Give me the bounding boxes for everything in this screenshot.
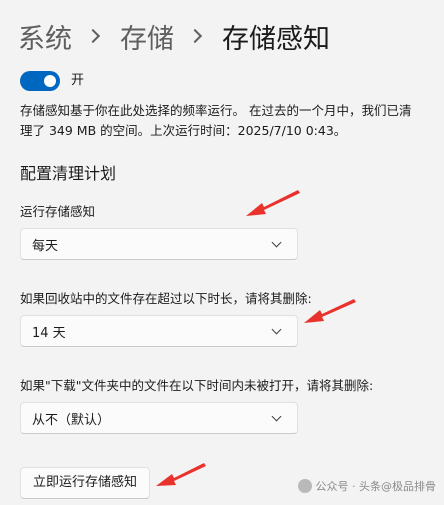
breadcrumb: 系统 存储 存储感知: [18, 14, 330, 58]
run-frequency-dropdown[interactable]: 每天: [20, 228, 298, 260]
watermark: 公众号 · 头条@极品排骨: [297, 478, 437, 494]
storage-sense-page: 系统 存储 存储感知 开 存储感知基于你在此处选择的频率运行。 在过去的一个月中…: [0, 0, 444, 505]
annotation-arrow-icon: [304, 299, 356, 323]
section-title-cleanup-schedule: 配置清理计划: [20, 164, 117, 183]
page-title: 存储感知: [222, 23, 330, 55]
chevron-down-icon: [271, 237, 282, 247]
watermark-text: 公众号 · 头条@极品排骨: [315, 480, 437, 493]
wechat-logo-icon: [297, 479, 312, 493]
storage-sense-description: 存储感知基于你在此处选择的频率运行。 在过去的一个月中，我们已清 理了 349 …: [20, 101, 444, 141]
recycle-bin-label: 如果回收站中的文件存在超过以下时长，请将其删除:: [20, 291, 312, 306]
breadcrumb-storage[interactable]: 存储: [120, 17, 174, 56]
run-frequency-value: 每天: [32, 238, 59, 254]
toggle-knob: [44, 75, 56, 87]
recycle-bin-dropdown[interactable]: 14 天: [20, 315, 298, 347]
toggle-state-label: 开: [71, 73, 85, 88]
breadcrumb-chevron-icon: [187, 28, 203, 44]
description-line-1: 存储感知基于你在此处选择的频率运行。 在过去的一个月中，我们已清: [20, 103, 412, 118]
downloads-dropdown[interactable]: 从不（默认）: [20, 402, 298, 434]
run-frequency-label: 运行存储感知: [20, 204, 96, 219]
breadcrumb-system[interactable]: 系统: [18, 17, 72, 56]
description-line-2: 理了 349 MB 的空间。上次运行时间：2025/7/10 0:43。: [20, 123, 347, 138]
annotation-arrow-icon: [156, 463, 206, 486]
recycle-bin-value: 14 天: [32, 325, 66, 341]
downloads-value: 从不（默认）: [32, 412, 111, 428]
chevron-down-icon: [271, 411, 282, 421]
storage-sense-toggle[interactable]: [20, 71, 60, 91]
breadcrumb-chevron-icon: [85, 28, 101, 44]
chevron-down-icon: [271, 324, 282, 334]
downloads-label: 如果"下载"文件夹中的文件在以下时间内未被打开，请将其删除:: [20, 378, 374, 393]
run-storage-sense-now-button[interactable]: 立即运行存储感知: [20, 467, 151, 499]
annotation-arrow-icon: [246, 190, 300, 216]
